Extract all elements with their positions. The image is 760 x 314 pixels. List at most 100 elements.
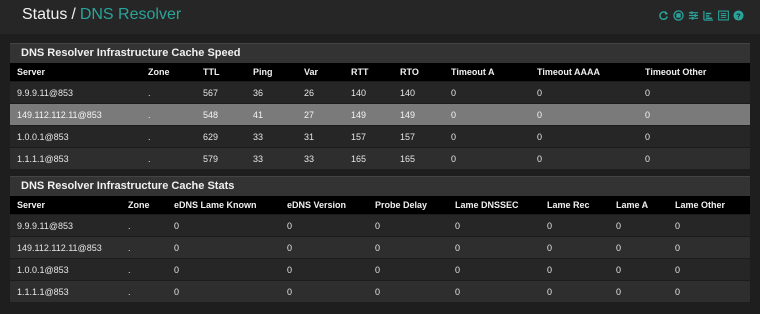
table-cell: 36 — [246, 81, 297, 104]
col-header[interactable]: Zone — [141, 63, 196, 82]
table-cell: 0 — [609, 236, 668, 259]
table-cell: 0 — [668, 280, 750, 302]
table-cell: 0 — [530, 103, 638, 126]
table-cell: 0 — [448, 280, 540, 302]
table-cell: 1.1.1.1@853 — [10, 147, 141, 169]
table-cell: 0 — [368, 236, 448, 259]
table-cell: 0 — [609, 280, 668, 302]
table-row: 1.1.1.1@853 . 579 33 33 165 165 0 0 0 — [10, 147, 750, 169]
col-header[interactable]: Var — [297, 63, 344, 82]
table-cell: 165 — [344, 147, 393, 169]
breadcrumb: Status / DNS Resolver — [22, 6, 181, 24]
table-cell: 149 — [393, 103, 444, 126]
table-cell: 31 — [297, 125, 344, 148]
table-cell: 629 — [196, 125, 246, 148]
table-cell: 149.112.112.11@853 — [10, 236, 121, 259]
table-cell: 0 — [280, 280, 368, 302]
table-cell: 0 — [368, 258, 448, 281]
table-row: 9.9.9.11@853 . 0 0 0 0 0 0 0 — [10, 214, 750, 237]
table-row-highlighted: 149.112.112.11@853 . 548 41 27 149 149 0… — [10, 103, 750, 126]
cache-stats-header-row: Server Zone eDNS Lame Known eDNS Version… — [10, 196, 750, 215]
table-cell: 149.112.112.11@853 — [10, 103, 141, 126]
col-header[interactable]: Probe Delay — [368, 196, 448, 215]
table-cell: 0 — [609, 214, 668, 237]
table-cell: 0 — [444, 125, 530, 148]
table-cell: . — [121, 214, 167, 237]
breadcrumb-current: DNS Resolver — [79, 6, 182, 23]
col-header[interactable]: Timeout A — [444, 63, 530, 82]
col-header[interactable]: Timeout AAAA — [530, 63, 638, 82]
table-cell: 0 — [448, 214, 540, 237]
col-header[interactable]: Ping — [246, 63, 297, 82]
col-header[interactable]: Server — [10, 63, 141, 82]
col-header[interactable]: Lame Rec — [540, 196, 609, 215]
table-cell: 1.0.0.1@853 — [10, 258, 121, 281]
table-cell: 140 — [344, 81, 393, 104]
table-cell: 0 — [167, 236, 280, 259]
table-cell: 0 — [444, 103, 530, 126]
table-cell: 0 — [540, 280, 609, 302]
table-row: 1.0.0.1@853 . 629 33 31 157 157 0 0 0 — [10, 125, 750, 148]
col-header[interactable]: Lame A — [609, 196, 668, 215]
table-cell: 0 — [530, 81, 638, 104]
col-header[interactable]: RTT — [344, 63, 393, 82]
table-cell: 0 — [448, 258, 540, 281]
col-header[interactable]: TTL — [196, 63, 246, 82]
table-cell: 548 — [196, 103, 246, 126]
col-header[interactable]: Timeout Other — [638, 63, 750, 82]
cache-speed-table: Server Zone TTL Ping Var RTT RTO Timeout… — [10, 63, 750, 169]
table-cell: 0 — [167, 214, 280, 237]
table-cell: 157 — [344, 125, 393, 148]
table-cell: 579 — [196, 147, 246, 169]
table-cell: . — [141, 147, 196, 169]
table-cell: 0 — [638, 103, 750, 126]
table-cell: 0 — [448, 236, 540, 259]
table-cell: 0 — [368, 280, 448, 302]
reload-icon[interactable] — [658, 10, 669, 21]
table-cell: 0 — [668, 258, 750, 281]
breadcrumb-root[interactable]: Status — [22, 6, 67, 23]
header-icons: ? — [658, 10, 744, 21]
cache-stats-title: DNS Resolver Infrastructure Cache Stats — [10, 176, 750, 196]
table-cell: 165 — [393, 147, 444, 169]
page-header: Status / DNS Resolver ? — [0, 0, 760, 34]
sliders-icon[interactable] — [688, 10, 699, 21]
table-cell: 0 — [638, 125, 750, 148]
stop-icon[interactable] — [673, 10, 684, 21]
col-header[interactable]: Zone — [121, 196, 167, 215]
table-cell: 41 — [246, 103, 297, 126]
table-cell: 0 — [530, 147, 638, 169]
table-cell: 1.1.1.1@853 — [10, 280, 121, 302]
table-cell: 0 — [280, 236, 368, 259]
table-cell: 0 — [530, 125, 638, 148]
col-header[interactable]: eDNS Lame Known — [167, 196, 280, 215]
bar-chart-icon[interactable] — [703, 10, 714, 21]
table-cell: . — [121, 236, 167, 259]
table-cell: 27 — [297, 103, 344, 126]
table-cell: . — [141, 81, 196, 104]
table-cell: 9.9.9.11@853 — [10, 214, 121, 237]
col-header[interactable]: eDNS Version — [280, 196, 368, 215]
table-row: 1.0.0.1@853 . 0 0 0 0 0 0 0 — [10, 258, 750, 281]
table-cell: 567 — [196, 81, 246, 104]
help-icon[interactable]: ? — [733, 10, 744, 21]
table-cell: 0 — [444, 81, 530, 104]
table-cell: 149 — [344, 103, 393, 126]
table-cell: 0 — [609, 258, 668, 281]
table-cell: 0 — [368, 214, 448, 237]
cache-speed-panel: DNS Resolver Infrastructure Cache Speed … — [10, 43, 750, 169]
table-row: 9.9.9.11@853 . 567 36 26 140 140 0 0 0 — [10, 81, 750, 104]
col-header[interactable]: RTO — [393, 63, 444, 82]
list-icon[interactable] — [718, 10, 729, 21]
svg-text:?: ? — [736, 11, 741, 20]
col-header[interactable]: Lame Other — [668, 196, 750, 215]
table-cell: 157 — [393, 125, 444, 148]
table-row: 149.112.112.11@853 . 0 0 0 0 0 0 0 — [10, 236, 750, 259]
table-cell: 0 — [540, 236, 609, 259]
table-cell: 26 — [297, 81, 344, 104]
table-row: 1.1.1.1@853 . 0 0 0 0 0 0 0 — [10, 280, 750, 302]
col-header[interactable]: Lame DNSSEC — [448, 196, 540, 215]
table-cell: 140 — [393, 81, 444, 104]
col-header[interactable]: Server — [10, 196, 121, 215]
table-cell: 33 — [297, 147, 344, 169]
